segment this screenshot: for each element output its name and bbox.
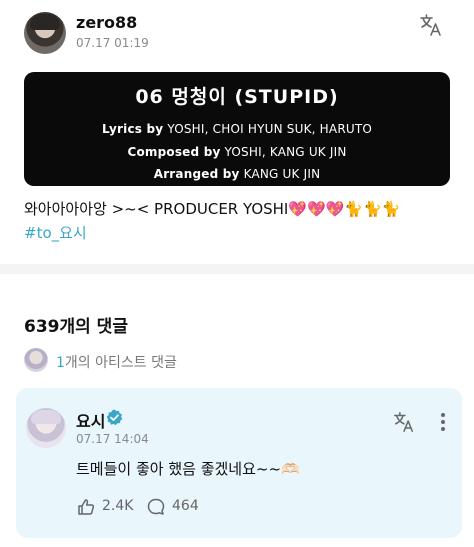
section-divider bbox=[0, 264, 474, 274]
artist-name[interactable]: 요시 bbox=[76, 408, 105, 432]
author-username[interactable]: zero88 bbox=[76, 13, 137, 32]
arranged-names: KANG UK JIN bbox=[243, 167, 321, 181]
artist-comments-label: 1개의 아티스트 댓글 bbox=[56, 352, 177, 372]
comments-count-heading: 639개의 댓글 bbox=[24, 317, 128, 337]
artist-mini-avatar bbox=[24, 348, 48, 372]
banner-lyrics-line: Lyrics by YOSHI, CHOI HYUN SUK, HARUTO bbox=[24, 122, 450, 136]
composed-label: Composed by bbox=[127, 145, 221, 159]
author-avatar[interactable] bbox=[24, 12, 66, 54]
verified-icon bbox=[106, 409, 123, 426]
like-count: 2.4K bbox=[102, 498, 134, 514]
artist-comment-text: 개의 아티스트 댓글 bbox=[64, 355, 177, 371]
artist-comment-card[interactable]: 요시 07.17 14:04 트메들이 좋아 했음 좋겠네요~~🫶🏻 2.4K … bbox=[16, 388, 462, 538]
banner-arranged-line: Arranged by KANG UK JIN bbox=[24, 167, 450, 181]
translate-icon[interactable] bbox=[418, 12, 444, 38]
artist-comment-text: 트메들이 좋아 했음 좋겠네요~~🫶🏻 bbox=[76, 460, 300, 478]
more-vertical-icon[interactable] bbox=[436, 410, 450, 434]
comment-icon bbox=[147, 498, 165, 515]
hashtag-link[interactable]: #to_요시 bbox=[24, 222, 87, 243]
album-credits-image: 06 멍청이 (STUPID) Lyrics by YOSHI, CHOI HY… bbox=[24, 72, 450, 186]
post-text: 와아아아아앙 >~< PRODUCER YOSHI💖💖💖🐈🐈🐈 bbox=[24, 200, 401, 218]
like-icon bbox=[78, 499, 95, 515]
translate-icon[interactable] bbox=[392, 410, 416, 434]
artist-avatar[interactable] bbox=[26, 408, 66, 448]
banner-composed-line: Composed by YOSHI, KANG UK JIN bbox=[24, 145, 450, 159]
post-timestamp: 07.17 01:19 bbox=[76, 36, 149, 50]
artist-comment-count: 1 bbox=[56, 355, 65, 371]
composed-names: YOSHI, KANG UK JIN bbox=[224, 145, 347, 159]
post-header: zero88 07.17 01:19 bbox=[24, 12, 458, 56]
lyrics-names: YOSHI, CHOI HYUN SUK, HARUTO bbox=[167, 122, 373, 136]
banner-title: 06 멍청이 (STUPID) bbox=[135, 86, 339, 108]
reply-count: 464 bbox=[172, 498, 199, 514]
lyrics-label: Lyrics by bbox=[101, 122, 164, 136]
artist-comment-timestamp: 07.17 14:04 bbox=[76, 432, 149, 446]
arranged-label: Arranged by bbox=[153, 167, 240, 181]
